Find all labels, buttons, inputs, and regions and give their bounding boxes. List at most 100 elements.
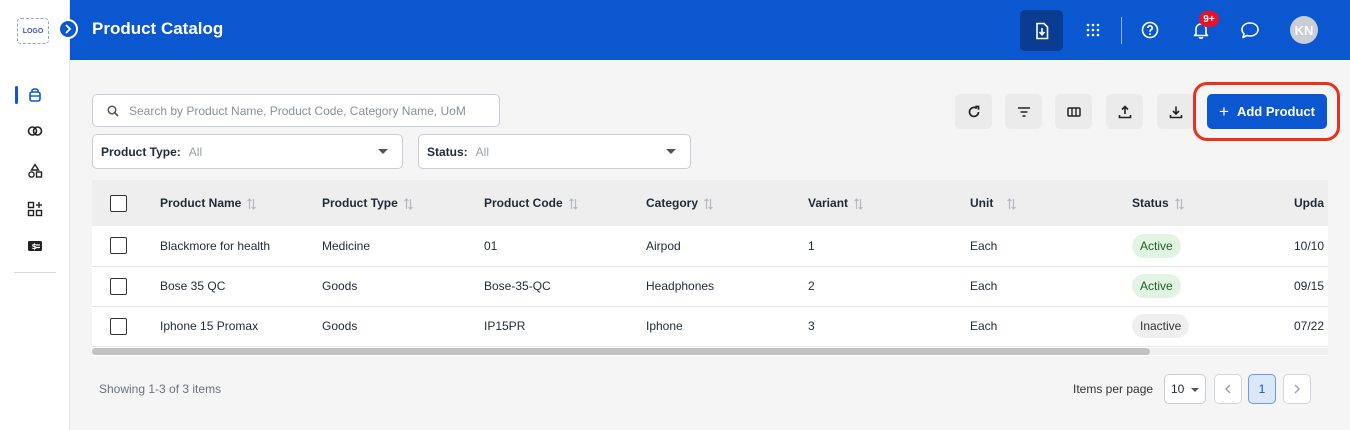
cell-product-code: Bose-35-QC: [484, 279, 551, 293]
status-filter[interactable]: Status: All: [418, 134, 691, 169]
filter-button[interactable]: [1005, 94, 1042, 129]
top-header: Product Catalog 9+ KN: [70, 0, 1350, 60]
columns-icon: [1066, 106, 1081, 117]
export-file-button[interactable]: [1020, 10, 1063, 51]
download-button[interactable]: [1157, 94, 1194, 129]
add-product-label: Add Product: [1236, 104, 1315, 119]
rail-item-products[interactable]: [0, 82, 70, 108]
rail-item-grid-add[interactable]: [0, 196, 70, 222]
search-input[interactable]: [129, 103, 489, 118]
search-box: [92, 94, 500, 127]
sort-icon: [704, 197, 713, 210]
cell-variant: 1: [808, 238, 815, 253]
user-avatar[interactable]: KN: [1290, 16, 1318, 44]
upload-icon: [1118, 104, 1131, 118]
filter-value: All: [188, 144, 203, 159]
cell-product-type: Medicine: [322, 238, 371, 253]
cell-unit: Each: [970, 238, 998, 253]
columns-button[interactable]: [1055, 94, 1092, 129]
cell-updated: 09/15: [1294, 279, 1325, 293]
sort-icon: [403, 197, 413, 210]
items-per-page-value: 10: [1171, 382, 1185, 396]
chat-icon: [1241, 22, 1259, 39]
notification-badge: 9+: [1199, 11, 1219, 27]
filter-label: Product Type:: [101, 144, 181, 159]
column-header[interactable]: Product Code: [484, 180, 646, 226]
filter-value: All: [475, 144, 490, 159]
column-header[interactable]: Upda: [1294, 180, 1328, 226]
cell-updated: 07/22: [1294, 319, 1325, 333]
chevron-right-icon: [65, 24, 72, 34]
cell-product-name: Bose 35 QC: [160, 279, 226, 293]
help-icon: [1141, 21, 1159, 39]
table-row[interactable]: Blackmore for health Medicine 01 Airpod …: [92, 226, 1328, 266]
refresh-button[interactable]: [955, 94, 992, 129]
status-badge: Inactive: [1132, 314, 1190, 338]
product-box-icon: [29, 88, 41, 102]
status-badge: Active: [1132, 274, 1181, 298]
sort-icon: [568, 197, 578, 210]
cell-category: Headphones: [646, 279, 715, 293]
cell-category: Iphone: [646, 319, 683, 333]
status-badge: Active: [1132, 233, 1181, 258]
overlap-circles-icon: [27, 126, 43, 136]
next-page-button[interactable]: [1283, 374, 1311, 404]
chat-button[interactable]: [1238, 18, 1262, 42]
expand-sidebar-button[interactable]: [58, 19, 78, 39]
row-checkbox[interactable]: [110, 277, 127, 295]
table-row[interactable]: Iphone 15 Promax Goods IP15PR Iphone 3 E…: [92, 306, 1328, 346]
rail-divider: [14, 272, 56, 273]
items-per-page-select[interactable]: 10: [1164, 374, 1206, 404]
caret-down-icon: [378, 149, 388, 154]
row-checkbox[interactable]: [110, 317, 127, 335]
filter-icon: [1017, 106, 1030, 117]
column-header[interactable]: Unit: [970, 180, 1132, 226]
left-rail: LOGO $: [0, 0, 70, 430]
apps-grid-icon: [1086, 23, 1100, 37]
prev-page-button[interactable]: [1214, 374, 1242, 404]
row-checkbox[interactable]: [110, 237, 127, 255]
help-button[interactable]: [1138, 18, 1162, 42]
add-product-button[interactable]: + Add Product: [1207, 94, 1327, 129]
cell-category: Airpod: [646, 238, 681, 253]
horizontal-scrollbar[interactable]: [92, 348, 1328, 355]
column-header[interactable]: Variant: [808, 180, 970, 226]
column-header[interactable]: Product Name: [160, 180, 322, 226]
cell-variant: 2: [808, 279, 815, 293]
rail-item-overlap[interactable]: [0, 118, 70, 144]
shapes-icon: [28, 163, 43, 178]
cell-product-code: IP15PR: [484, 319, 526, 333]
scrollbar-thumb[interactable]: [92, 348, 1150, 355]
sort-icon: [1174, 197, 1184, 210]
product-type-filter[interactable]: Product Type: All: [92, 134, 403, 169]
table-row[interactable]: Bose 35 QC Goods Bose-35-QC Headphones 2…: [92, 266, 1328, 306]
caret-down-icon: [1191, 388, 1199, 392]
showing-count: Showing 1-3 of 3 items: [99, 382, 222, 396]
cell-product-name: Blackmore for health: [160, 238, 271, 253]
page-title: Product Catalog: [92, 19, 224, 38]
column-header[interactable]: Product Type: [322, 180, 484, 226]
items-per-page-label: Items per page: [1073, 382, 1154, 396]
product-table: Product Name Product Type Product Code C…: [92, 180, 1328, 356]
column-header[interactable]: Category: [646, 180, 808, 226]
svg-text:$: $: [32, 242, 38, 251]
column-header[interactable]: Status: [1132, 180, 1294, 226]
chevron-left-icon: [1225, 384, 1231, 394]
search-icon: [107, 104, 119, 117]
cell-product-type: Goods: [322, 319, 358, 333]
app-logo[interactable]: LOGO: [17, 18, 49, 44]
cell-product-name: Iphone 15 Promax: [160, 319, 259, 333]
rail-item-pricing[interactable]: $: [0, 233, 70, 259]
caret-down-icon: [666, 149, 676, 154]
plus-icon: +: [1219, 102, 1229, 121]
select-all-checkbox[interactable]: [110, 194, 127, 212]
apps-button[interactable]: [1081, 18, 1105, 42]
table-header-row: Product Name Product Type Product Code C…: [92, 180, 1328, 226]
price-tag-icon: $: [28, 241, 42, 251]
grid-add-icon: [27, 201, 43, 217]
rail-item-shapes[interactable]: [0, 158, 70, 184]
upload-button[interactable]: [1106, 94, 1143, 129]
refresh-icon: [968, 105, 979, 117]
page-button-current[interactable]: 1: [1248, 374, 1276, 404]
sort-icon: [1007, 197, 1017, 210]
